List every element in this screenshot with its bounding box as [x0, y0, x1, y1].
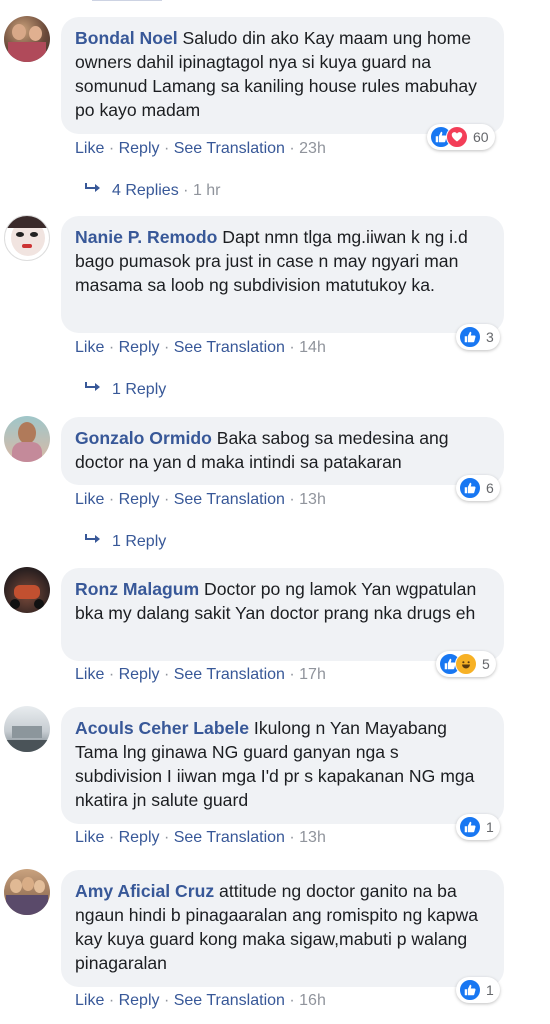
separator: ·	[289, 992, 295, 1009]
like-link[interactable]: Like	[75, 992, 104, 1009]
reaction-summary[interactable]: 5	[436, 651, 496, 677]
separator: ·	[183, 182, 189, 199]
like-reaction-icon	[459, 816, 481, 838]
replies-count-label[interactable]: 1 Reply	[112, 381, 166, 398]
avatar[interactable]	[4, 215, 50, 261]
separator: ·	[108, 992, 115, 1009]
view-replies-link[interactable]: 1 Reply	[84, 533, 166, 551]
reply-link[interactable]: Reply	[119, 829, 160, 846]
clipped-previous-meta	[92, 0, 182, 4]
reaction-count: 1	[486, 819, 494, 835]
reply-link[interactable]: Reply	[119, 666, 160, 683]
comment-bubble: Acouls Ceher Labele Ikulong n Yan Mayaba…	[61, 707, 504, 824]
avatar[interactable]	[4, 706, 50, 752]
comment-actions: Like · Reply · See Translation · 13h	[75, 829, 326, 847]
comment-timestamp[interactable]: 23h	[299, 140, 326, 157]
comment-bubble: Ronz Malagum Doctor po ng lamok Yan wgpa…	[61, 568, 504, 661]
separator: ·	[108, 339, 115, 356]
reaction-summary[interactable]: 60	[427, 124, 495, 150]
comment-actions: Like · Reply · See Translation · 16h	[75, 992, 326, 1010]
haha-reaction-icon	[455, 653, 477, 675]
like-link[interactable]: Like	[75, 339, 104, 356]
separator: ·	[289, 491, 295, 508]
comment-author[interactable]: Nanie P. Remodo	[75, 227, 217, 247]
see-translation-link[interactable]: See Translation	[174, 666, 285, 683]
reaction-count: 3	[486, 329, 494, 345]
avatar[interactable]	[4, 16, 50, 62]
reply-link[interactable]: Reply	[119, 140, 160, 157]
love-reaction-icon	[446, 126, 468, 148]
comment-timestamp[interactable]: 13h	[299, 829, 326, 846]
separator: ·	[289, 829, 295, 846]
separator: ·	[289, 339, 295, 356]
reply-arrow-icon	[84, 182, 100, 200]
comment-author[interactable]: Amy Aficial Cruz	[75, 881, 214, 901]
separator: ·	[108, 140, 115, 157]
separator: ·	[289, 666, 295, 683]
reaction-summary[interactable]: 1	[456, 977, 500, 1003]
separator: ·	[163, 491, 170, 508]
comment-bubble: Bondal Noel Saludo din ako Kay maam ung …	[61, 17, 504, 134]
comment-actions: Like · Reply · See Translation · 17h	[75, 666, 326, 684]
reaction-summary[interactable]: 6	[456, 475, 500, 501]
see-translation-link[interactable]: See Translation	[174, 992, 285, 1009]
avatar[interactable]	[4, 416, 50, 462]
like-link[interactable]: Like	[75, 140, 104, 157]
comment-timestamp[interactable]: 16h	[299, 992, 326, 1009]
replies-timestamp: 1 hr	[192, 182, 221, 199]
comment-author[interactable]: Acouls Ceher Labele	[75, 718, 249, 738]
comment-bubble: Nanie P. Remodo Dapt nmn tlga mg.iiwan k…	[61, 216, 504, 333]
reaction-count: 6	[486, 480, 494, 496]
see-translation-link[interactable]: See Translation	[174, 339, 285, 356]
comment-timestamp[interactable]: 14h	[299, 339, 326, 356]
comment-bubble: Amy Aficial Cruz attitude ng doctor gani…	[61, 870, 504, 987]
like-link[interactable]: Like	[75, 666, 104, 683]
comment-author[interactable]: Bondal Noel	[75, 28, 178, 48]
reply-arrow-icon	[84, 381, 100, 399]
reply-arrow-icon	[84, 533, 100, 551]
separator: ·	[108, 666, 115, 683]
separator: ·	[163, 339, 170, 356]
comment-author[interactable]: Gonzalo Ormido	[75, 428, 212, 448]
separator: ·	[289, 140, 295, 157]
comment-bubble: Gonzalo Ormido Baka sabog sa medesina an…	[61, 417, 504, 485]
reply-link[interactable]: Reply	[119, 491, 160, 508]
separator: ·	[108, 829, 115, 846]
reply-link[interactable]: Reply	[119, 992, 160, 1009]
see-translation-link[interactable]: See Translation	[174, 829, 285, 846]
reaction-count: 60	[473, 129, 489, 145]
reaction-summary[interactable]: 3	[456, 324, 500, 350]
see-translation-link[interactable]: See Translation	[174, 491, 285, 508]
separator: ·	[108, 491, 115, 508]
see-translation-link[interactable]: See Translation	[174, 140, 285, 157]
comment-timestamp[interactable]: 13h	[299, 491, 326, 508]
comment-actions: Like · Reply · See Translation · 13h	[75, 491, 326, 509]
separator: ·	[163, 666, 170, 683]
reaction-count: 1	[486, 982, 494, 998]
comment-actions: Like · Reply · See Translation · 14h	[75, 339, 326, 357]
replies-count-label[interactable]: 1 Reply	[112, 533, 166, 550]
replies-count-label[interactable]: 4 Replies	[112, 182, 179, 199]
like-reaction-icon	[459, 477, 481, 499]
like-reaction-icon	[459, 326, 481, 348]
reaction-summary[interactable]: 1	[456, 814, 500, 840]
avatar[interactable]	[4, 567, 50, 613]
comment-actions: Like · Reply · See Translation · 23h	[75, 140, 326, 158]
comment-timestamp[interactable]: 17h	[299, 666, 326, 683]
separator: ·	[163, 992, 170, 1009]
comment-author[interactable]: Ronz Malagum	[75, 579, 199, 599]
like-reaction-icon	[459, 979, 481, 1001]
reaction-count: 5	[482, 656, 490, 672]
like-link[interactable]: Like	[75, 491, 104, 508]
like-link[interactable]: Like	[75, 829, 104, 846]
reply-link[interactable]: Reply	[119, 339, 160, 356]
view-replies-link[interactable]: 1 Reply	[84, 381, 166, 399]
separator: ·	[163, 829, 170, 846]
separator: ·	[163, 140, 170, 157]
avatar[interactable]	[4, 869, 50, 915]
view-replies-link[interactable]: 4 Replies · 1 hr	[84, 182, 221, 200]
